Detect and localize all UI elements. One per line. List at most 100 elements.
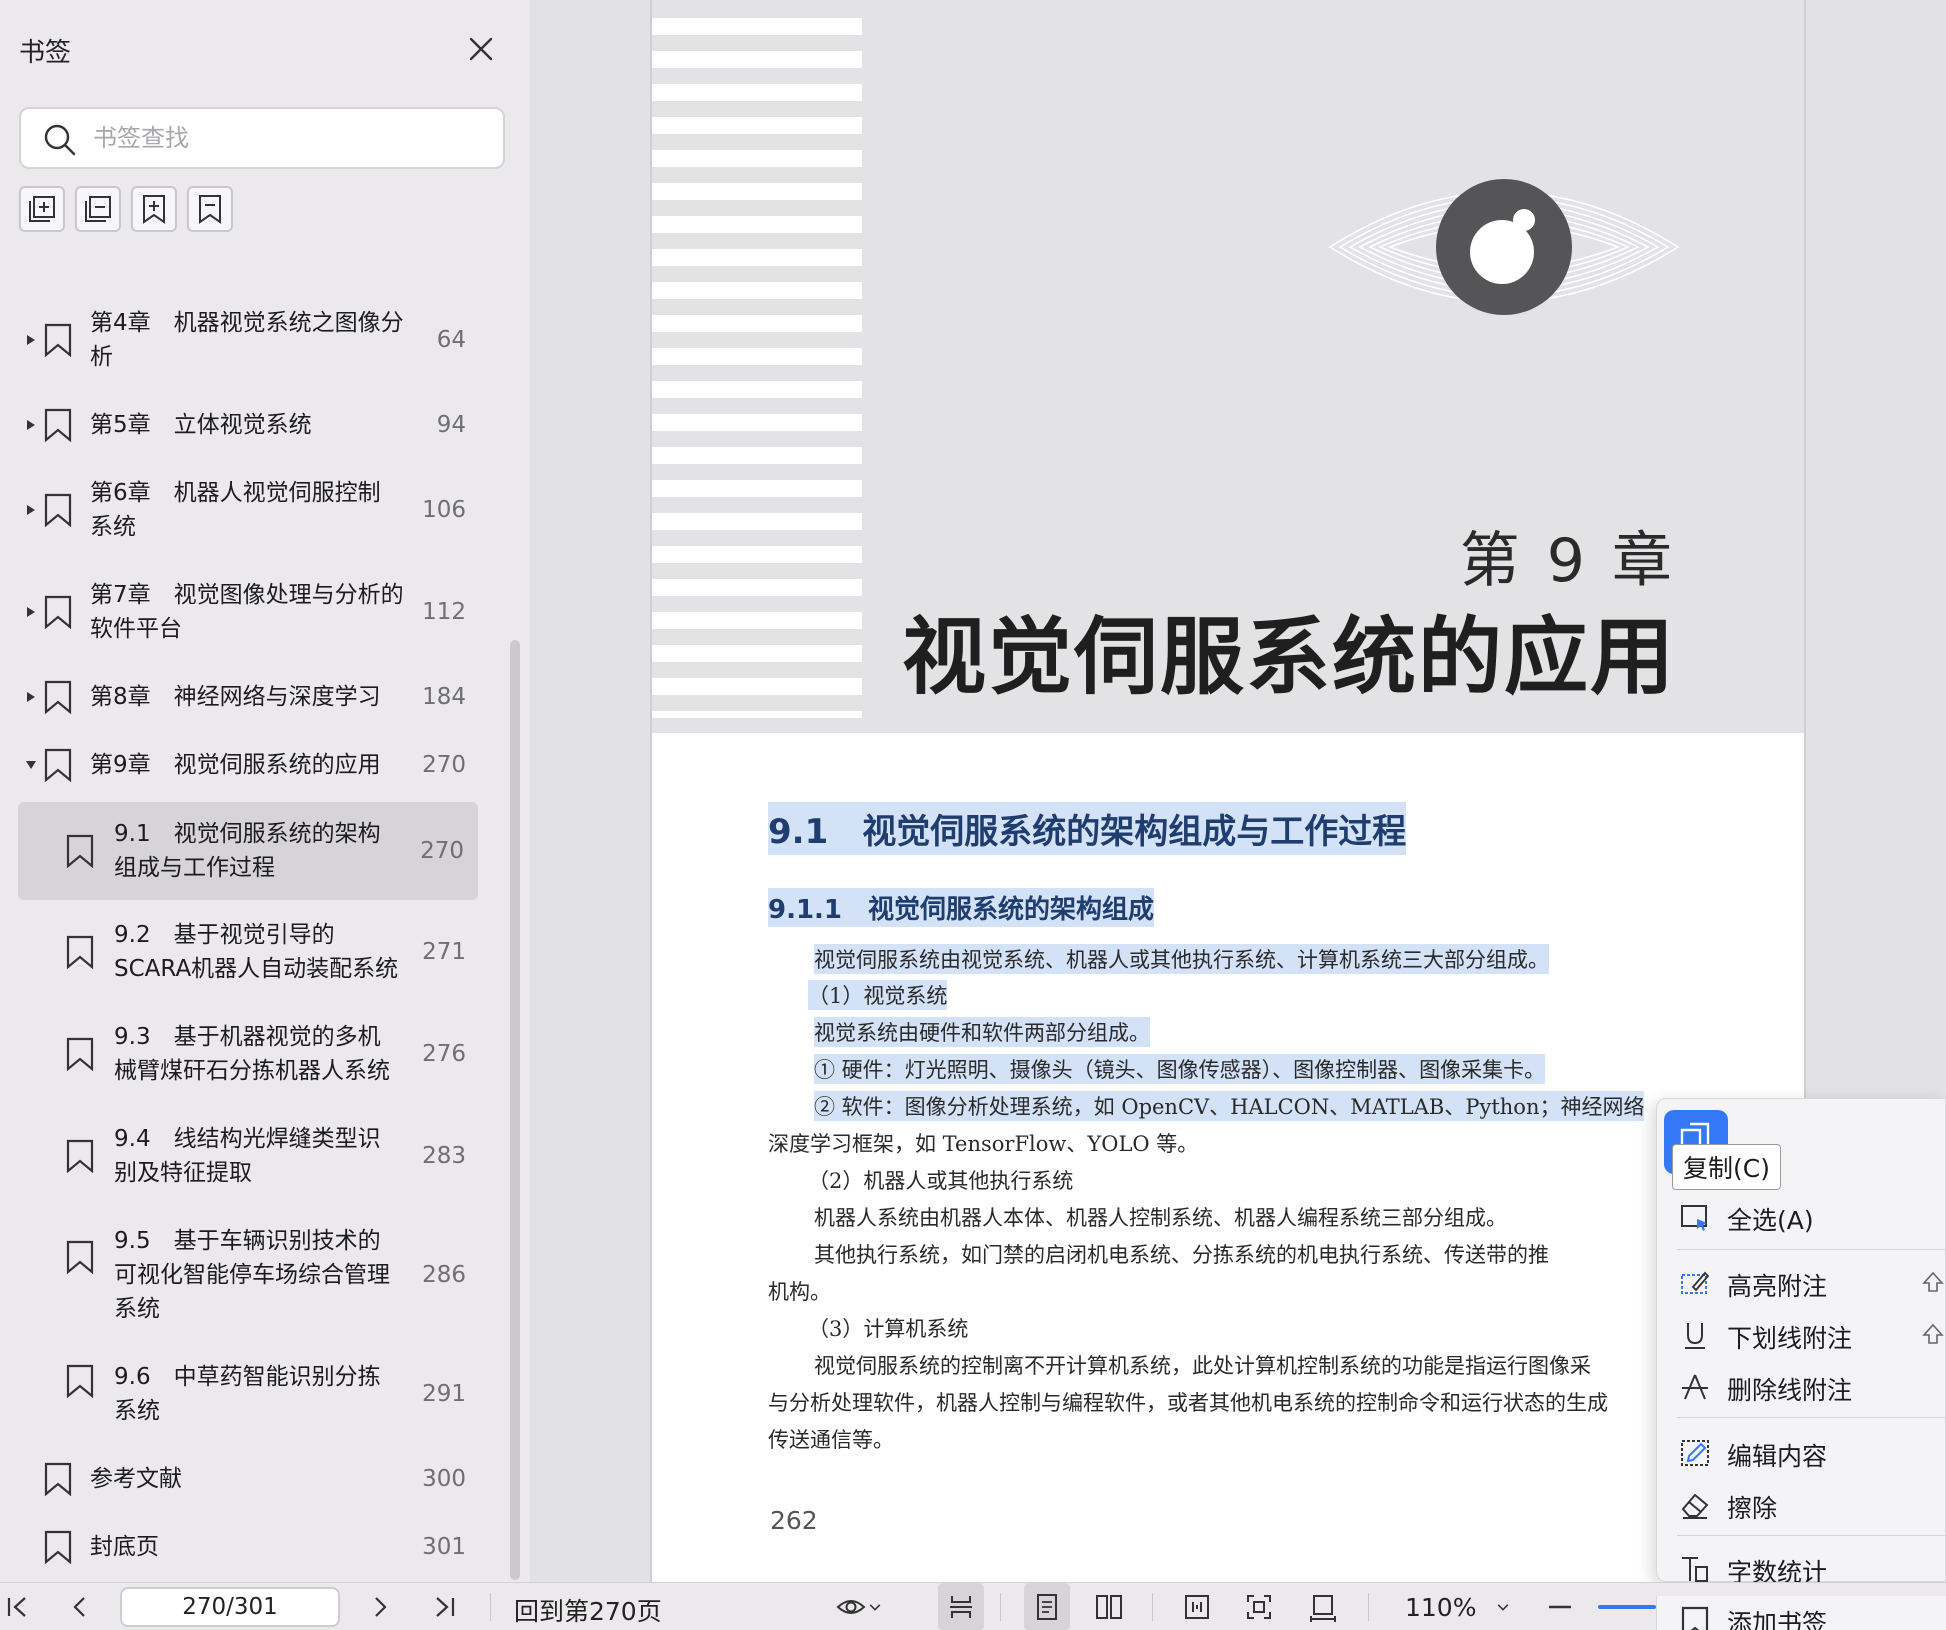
- zoom-dropdown-button[interactable]: [1488, 1583, 1518, 1630]
- menu-item-add-bookmark[interactable]: 添加书签: [1656, 1596, 1946, 1630]
- zoom-out-button[interactable]: [1540, 1583, 1580, 1630]
- bookmark-label: 9.1 视觉伺服系统的架构 组成与工作过程: [114, 821, 381, 881]
- two-page-icon: [1096, 1595, 1122, 1619]
- bookmark-item[interactable]: 第8章 神经网络与深度学习 184: [20, 672, 466, 722]
- eraser-icon: [1681, 1493, 1709, 1519]
- continuous-scroll-button[interactable]: [938, 1583, 984, 1630]
- bookmark-page: 64: [436, 327, 466, 353]
- bookmark-item[interactable]: 9.3 基于机器视觉的多机 械臂煤矸石分拣机器人系统 276: [20, 1014, 466, 1094]
- body-text-line: 视觉伺服系统的控制离不开计算机系统，此处计算机控制系统的功能是指运行图像采: [814, 1354, 1591, 1378]
- menu-item-select-all[interactable]: 全选(A): [1657, 1193, 1946, 1241]
- expand-arrow-icon[interactable]: [24, 605, 38, 619]
- page-number-input[interactable]: [120, 1587, 340, 1627]
- bookmark-item[interactable]: 第7章 视觉图像处理与分析的 软件平台 112: [20, 572, 466, 652]
- bookmark-search-box: [19, 107, 505, 169]
- actual-size-button[interactable]: [1174, 1583, 1220, 1630]
- sidebar-title: 书签: [19, 38, 72, 68]
- expand-arrow-icon[interactable]: [24, 503, 38, 517]
- bookmark-item[interactable]: 第9章 视觉伺服系统的应用 270: [20, 740, 466, 790]
- fit-width-icon: [1310, 1595, 1336, 1622]
- zoom-level[interactable]: 110%: [1405, 1593, 1476, 1622]
- add-bookmark-button[interactable]: [131, 186, 177, 232]
- minus-icon: [1549, 1605, 1571, 1609]
- bookmark-label: 9.5 基于车辆识别技术的 可视化智能停车场综合管理 系统: [114, 1228, 390, 1322]
- chevron-down-icon: [869, 1604, 881, 1611]
- last-page-button[interactable]: [426, 1583, 462, 1630]
- continuous-scroll-icon: [950, 1596, 972, 1618]
- bookmark-item-selected[interactable]: 9.1 视觉伺服系统的架构 组成与工作过程 270: [18, 802, 478, 900]
- bookmark-label: 第4章 机器视觉系统之图像分 析: [90, 310, 404, 370]
- decorative-stripes: [652, 18, 862, 718]
- bookmark-page: 184: [422, 684, 466, 710]
- next-page-button[interactable]: [362, 1583, 398, 1630]
- underline-icon: [1685, 1323, 1705, 1349]
- bookmark-label: 第9章 视觉伺服系统的应用: [90, 752, 381, 778]
- bookmark-icon: [66, 1364, 94, 1398]
- body-text-line: 视觉系统由硬件和软件两部分组成。: [814, 1017, 1150, 1047]
- actual-size-icon: [1185, 1595, 1209, 1619]
- sidebar-scrollbar[interactable]: [510, 640, 520, 1580]
- bookmark-item[interactable]: 9.6 中草药智能识别分拣 系统 291: [20, 1354, 466, 1434]
- menu-item-erase[interactable]: 擦除: [1657, 1481, 1946, 1529]
- strikethrough-icon: [1682, 1374, 1708, 1400]
- bookmark-label: 第5章 立体视觉系统: [90, 412, 312, 438]
- chevron-left-icon: [73, 1597, 85, 1617]
- menu-item-strikethrough[interactable]: 删除线附注: [1657, 1363, 1946, 1411]
- bookmark-icon: [44, 680, 72, 714]
- close-icon[interactable]: [466, 34, 496, 64]
- collapse-all-button[interactable]: [75, 186, 121, 232]
- bookmark-item[interactable]: 9.2 基于视觉引导的 SCARA机器人自动装配系统 271: [20, 912, 466, 992]
- single-page-icon: [1037, 1594, 1057, 1620]
- bookmark-page: 276: [422, 1041, 466, 1067]
- bookmark-page: 270: [420, 838, 464, 864]
- bookmark-label: 封底页: [90, 1534, 159, 1560]
- shift-key-icon: [1922, 1323, 1944, 1344]
- bookmark-icon: [44, 748, 72, 782]
- menu-separator: [1677, 1535, 1946, 1536]
- expand-arrow-icon[interactable]: [24, 333, 38, 347]
- menu-label: 全选(A): [1727, 1206, 1814, 1235]
- body-text-line: 其他执行系统，如门禁的启闭机电系统、分拣系统的机电执行系统、传送带的推: [814, 1243, 1549, 1267]
- bookmark-item[interactable]: 第6章 机器人视觉伺服控制 系统 106: [20, 470, 466, 550]
- expand-all-button[interactable]: [19, 186, 65, 232]
- first-page-button[interactable]: [0, 1583, 36, 1630]
- bookmark-item[interactable]: 参考文献 300: [20, 1454, 466, 1504]
- view-mode-button[interactable]: [828, 1583, 890, 1630]
- body-text-line: ① 硬件：灯光照明、摄像头（镜头、图像传感器）、图像控制器、图像采集卡。: [814, 1054, 1546, 1084]
- bookmark-page: 271: [422, 939, 466, 965]
- bookmark-item[interactable]: 9.5 基于车辆识别技术的 可视化智能停车场综合管理 系统 286: [20, 1218, 466, 1332]
- bookmark-icon: [66, 1139, 94, 1173]
- page-number: 262: [770, 1506, 818, 1535]
- bookmark-item[interactable]: 9.4 线结构光焊缝类型识 别及特征提取 283: [20, 1116, 466, 1196]
- menu-item-word-count[interactable]: 字数统计: [1657, 1545, 1946, 1587]
- bookmark-item[interactable]: 封底页 301: [20, 1522, 466, 1572]
- back-to-page-link[interactable]: 回到第270页: [514, 1592, 662, 1628]
- menu-label: 添加书签: [1727, 1609, 1828, 1630]
- word-count-icon: [1682, 1557, 1708, 1582]
- bookmark-search-input[interactable]: [93, 109, 493, 167]
- search-icon: [44, 124, 76, 156]
- menu-item-highlight[interactable]: 高亮附注: [1657, 1259, 1946, 1307]
- single-page-button[interactable]: [1024, 1583, 1070, 1630]
- fit-page-button[interactable]: [1236, 1583, 1282, 1630]
- menu-item-underline[interactable]: 下划线附注: [1657, 1311, 1946, 1359]
- collapse-arrow-icon[interactable]: [24, 758, 38, 772]
- fit-page-icon: [1247, 1595, 1271, 1619]
- previous-page-button[interactable]: [62, 1583, 98, 1630]
- expand-arrow-icon[interactable]: [24, 418, 38, 432]
- bookmark-button[interactable]: [187, 186, 233, 232]
- edit-content-icon: [1681, 1440, 1709, 1466]
- bookmark-item[interactable]: 第5章 立体视觉系统 94: [20, 400, 466, 450]
- two-page-button[interactable]: [1086, 1583, 1132, 1630]
- menu-item-edit-content[interactable]: 编辑内容: [1657, 1429, 1946, 1477]
- eye-logo-icon: [1328, 179, 1680, 315]
- expand-arrow-icon[interactable]: [24, 690, 38, 704]
- fit-width-button[interactable]: [1300, 1583, 1346, 1630]
- bookmark-item[interactable]: 第4章 机器视觉系统之图像分 析 64: [20, 300, 466, 380]
- zoom-slider[interactable]: [1598, 1605, 1656, 1609]
- bookmark-icon: [44, 323, 72, 357]
- select-all-icon: [1681, 1205, 1707, 1231]
- bookmark-page: 106: [422, 497, 466, 523]
- bookmark-label: 9.2 基于视觉引导的 SCARA机器人自动装配系统: [114, 922, 399, 982]
- collapse-all-icon: [85, 196, 111, 222]
